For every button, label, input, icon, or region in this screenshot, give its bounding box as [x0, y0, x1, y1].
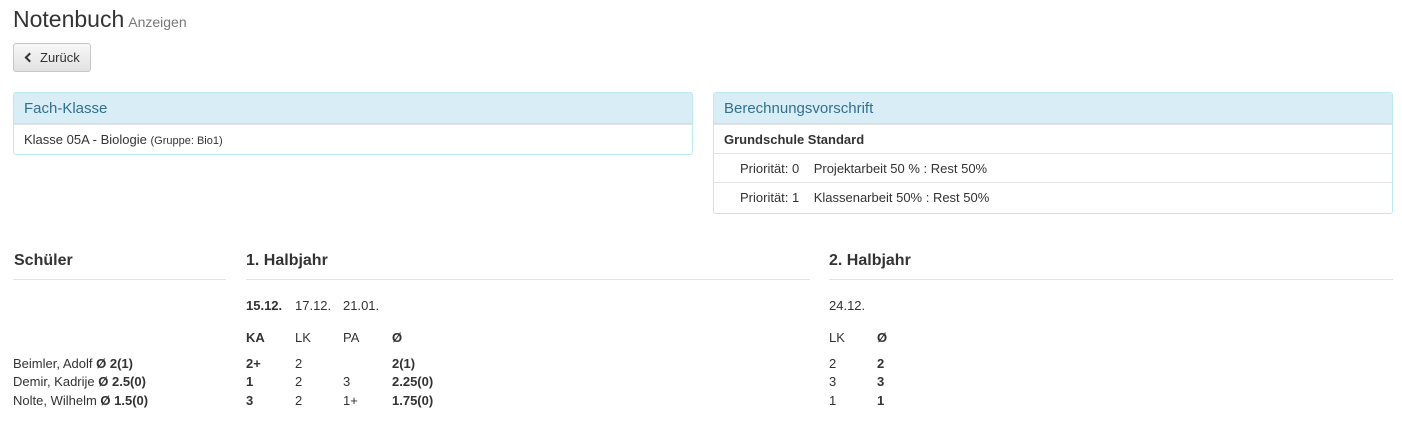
column-header: LK [295, 330, 311, 345]
student-name: Demir, Kadrije [13, 374, 95, 389]
back-button[interactable]: Zurück [13, 43, 91, 72]
berechnung-panel: Berechnungsvorschrift Grundschule Standa… [713, 92, 1393, 214]
column-header: PA [343, 330, 360, 345]
date-header: 15.12. [246, 298, 283, 313]
chevron-left-icon [24, 52, 35, 63]
student-average: Ø 2.5(0) [98, 374, 146, 389]
page-title: Notenbuch Anzeigen [13, 6, 187, 33]
grade-cell: 3 [829, 374, 837, 389]
rule-priority: Priorität: 0 [740, 161, 800, 176]
student-average: Ø 2(1) [96, 356, 133, 371]
rule-text: Klassenarbeit 50% : Rest 50% [813, 190, 990, 205]
average-cell: 1.75(0) [392, 393, 434, 408]
class-text: Klasse 05A - Biologie [24, 132, 147, 147]
grade-cell: 1 [829, 393, 837, 408]
page-title-text: Notenbuch [13, 6, 125, 32]
divider [13, 279, 226, 280]
page-subtitle: Anzeigen [128, 14, 187, 30]
grade-cell: 1 [246, 374, 254, 389]
rule-row: Priorität: 1 Klassenarbeit 50% : Rest 50… [714, 182, 1392, 211]
grade-cell: 3 [343, 374, 351, 389]
student-average: Ø 1.5(0) [100, 393, 149, 408]
grade-cell: 3 [246, 393, 254, 408]
column-header: LK [829, 330, 845, 345]
grade-cell: 2 [295, 393, 303, 408]
halbjahr2-title: 2. Halbjahr [829, 252, 911, 269]
average-cell: 2(1) [392, 356, 416, 371]
average-cell: 2 [877, 356, 885, 371]
date-header: 21.01. [343, 298, 380, 313]
student-name: Beimler, Adolf [13, 356, 93, 371]
rule-text: Projektarbeit 50 % : Rest 50% [813, 161, 988, 176]
berechnung-name: Grundschule Standard [714, 124, 1392, 153]
rule-row: Priorität: 0 Projektarbeit 50 % : Rest 5… [714, 153, 1392, 182]
grade-cell: 2 [829, 356, 837, 371]
average-cell: 1 [877, 393, 885, 408]
fach-klasse-panel: Fach-Klasse Klasse 05A - Biologie (Grupp… [13, 92, 693, 155]
average-cell: 3 [877, 374, 885, 389]
divider [829, 279, 1393, 280]
column-header: KA [246, 330, 265, 345]
date-header: 24.12. [829, 298, 866, 313]
student-row: Beimler, Adolf Ø 2(1) [13, 356, 133, 371]
date-header: 17.12. [295, 298, 332, 313]
grade-cell: 2 [295, 374, 303, 389]
grade-cell: 2 [295, 356, 303, 371]
grade-cell: 1+ [343, 393, 358, 408]
back-button-label: Zurück [40, 50, 80, 65]
fach-klasse-heading: Fach-Klasse [14, 93, 692, 124]
average-cell: 2.25(0) [392, 374, 434, 389]
divider [246, 279, 810, 280]
student-column-header: Schüler [14, 252, 73, 269]
column-header: Ø [877, 330, 888, 345]
rule-priority: Priorität: 1 [740, 190, 800, 205]
halbjahr1-title: 1. Halbjahr [246, 252, 328, 269]
grade-cell: 2+ [246, 356, 261, 371]
fach-klasse-row: Klasse 05A - Biologie (Gruppe: Bio1) [14, 124, 692, 153]
student-row: Demir, Kadrije Ø 2.5(0) [13, 374, 146, 389]
student-row: Nolte, Wilhelm Ø 1.5(0) [13, 393, 148, 408]
student-name: Nolte, Wilhelm [13, 393, 97, 408]
group-text: (Gruppe: Bio1) [150, 135, 223, 147]
column-header: Ø [392, 330, 403, 345]
berechnung-heading: Berechnungsvorschrift [714, 93, 1392, 124]
